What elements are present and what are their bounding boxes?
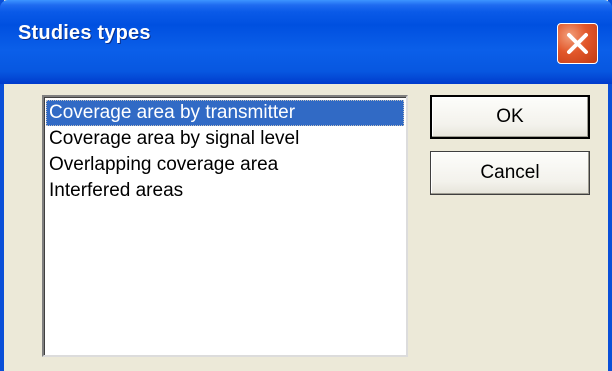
list-item[interactable]: Coverage area by transmitter <box>46 100 404 126</box>
list-item[interactable]: Coverage area by signal level <box>46 126 404 152</box>
close-button[interactable] <box>557 23 598 64</box>
title-bar[interactable]: Studies types <box>0 0 612 84</box>
window-title: Studies types <box>18 22 151 44</box>
close-icon <box>567 33 588 54</box>
cancel-button[interactable]: Cancel <box>430 151 590 195</box>
list-item[interactable]: Overlapping coverage area <box>46 152 404 178</box>
ok-button[interactable]: OK <box>430 95 590 139</box>
dialog-window: Studies types Coverage area by transmitt… <box>0 0 612 371</box>
studies-types-listbox[interactable]: Coverage area by transmitter Coverage ar… <box>42 95 408 357</box>
list-item[interactable]: Interfered areas <box>46 178 404 204</box>
